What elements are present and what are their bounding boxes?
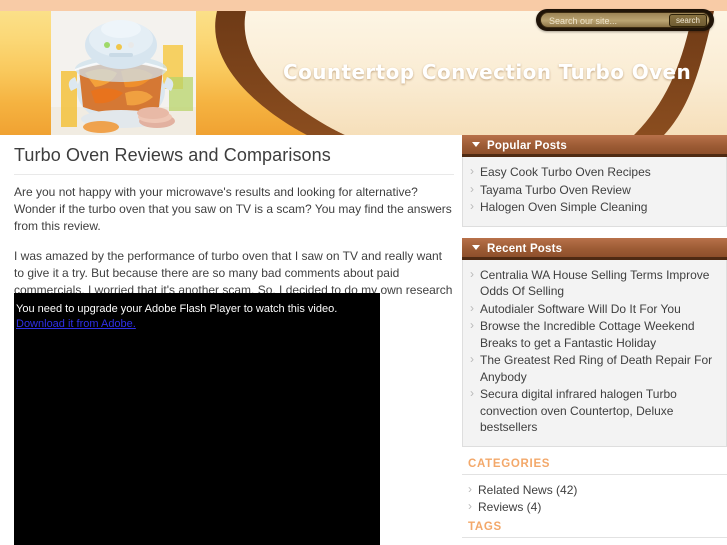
widget-popular-posts-header[interactable]: Popular Posts xyxy=(462,135,727,157)
widget-recent-posts-title: Recent Posts xyxy=(487,242,563,255)
site-search: search xyxy=(536,9,714,31)
main-content: Turbo Oven Reviews and Comparisons Are y… xyxy=(14,135,454,545)
flash-upgrade-message: You need to upgrade your Adobe Flash Pla… xyxy=(16,302,366,332)
categories-list: Related News (42) Reviews (4) xyxy=(462,475,727,516)
list-item[interactable]: Autodialer Software Will Do It For You xyxy=(469,300,720,318)
list-item[interactable]: Related News (42) xyxy=(468,481,727,499)
widget-popular-posts: Popular Posts Easy Cook Turbo Oven Recip… xyxy=(462,135,727,227)
download-flash-link[interactable]: Download it from Adobe. xyxy=(16,317,136,332)
widget-tags: TAGS convection xyxy=(462,521,727,545)
flash-upgrade-text: You need to upgrade your Adobe Flash Pla… xyxy=(16,303,338,315)
widget-categories: CATEGORIES Related News (42) Reviews (4) xyxy=(462,458,727,516)
header-product-photo xyxy=(51,11,196,135)
tag-cloud: convection xyxy=(462,538,727,545)
chevron-down-icon xyxy=(472,142,480,148)
list-item[interactable]: Reviews (4) xyxy=(468,498,727,516)
search-field-wrapper: search xyxy=(540,12,710,28)
site-title: Countertop Convection Turbo Oven xyxy=(283,60,692,84)
flash-video-placeholder[interactable]: You need to upgrade your Adobe Flash Pla… xyxy=(14,293,380,545)
widget-recent-posts-header[interactable]: Recent Posts xyxy=(462,237,727,260)
post-paragraph: Are you not happy with your microwave's … xyxy=(14,185,452,233)
page-root: Countertop Convection Turbo Oven search … xyxy=(0,0,727,545)
list-item[interactable]: Easy Cook Turbo Oven Recipes xyxy=(469,163,720,181)
widget-recent-posts: Recent Posts Centralia WA House Selling … xyxy=(462,237,727,447)
sidebar: Popular Posts Easy Cook Turbo Oven Recip… xyxy=(462,135,727,545)
widget-popular-posts-title: Popular Posts xyxy=(487,140,567,152)
widget-popular-posts-body: Easy Cook Turbo Oven Recipes Tayama Turb… xyxy=(462,157,727,227)
list-item[interactable]: Browse the Incredible Cottage Weekend Br… xyxy=(469,317,720,351)
widget-recent-posts-body: Centralia WA House Selling Terms Improve… xyxy=(462,259,727,447)
widget-tags-title: TAGS xyxy=(462,521,727,538)
search-input[interactable] xyxy=(549,14,657,27)
list-item[interactable]: Centralia WA House Selling Terms Improve… xyxy=(469,266,720,300)
list-item[interactable]: Secura digital infrared halogen Turbo co… xyxy=(469,385,720,436)
page-title: Turbo Oven Reviews and Comparisons xyxy=(14,135,454,175)
popular-posts-list: Easy Cook Turbo Oven Recipes Tayama Turb… xyxy=(469,163,720,216)
list-item[interactable]: The Greatest Red Ring of Death Repair Fo… xyxy=(469,351,720,385)
search-button[interactable]: search xyxy=(668,14,707,27)
recent-posts-list: Centralia WA House Selling Terms Improve… xyxy=(469,266,720,436)
list-item[interactable]: Tayama Turbo Oven Review xyxy=(469,181,720,199)
list-item[interactable]: Halogen Oven Simple Cleaning xyxy=(469,198,720,216)
widget-categories-title: CATEGORIES xyxy=(462,458,727,475)
chevron-down-icon xyxy=(472,244,480,250)
